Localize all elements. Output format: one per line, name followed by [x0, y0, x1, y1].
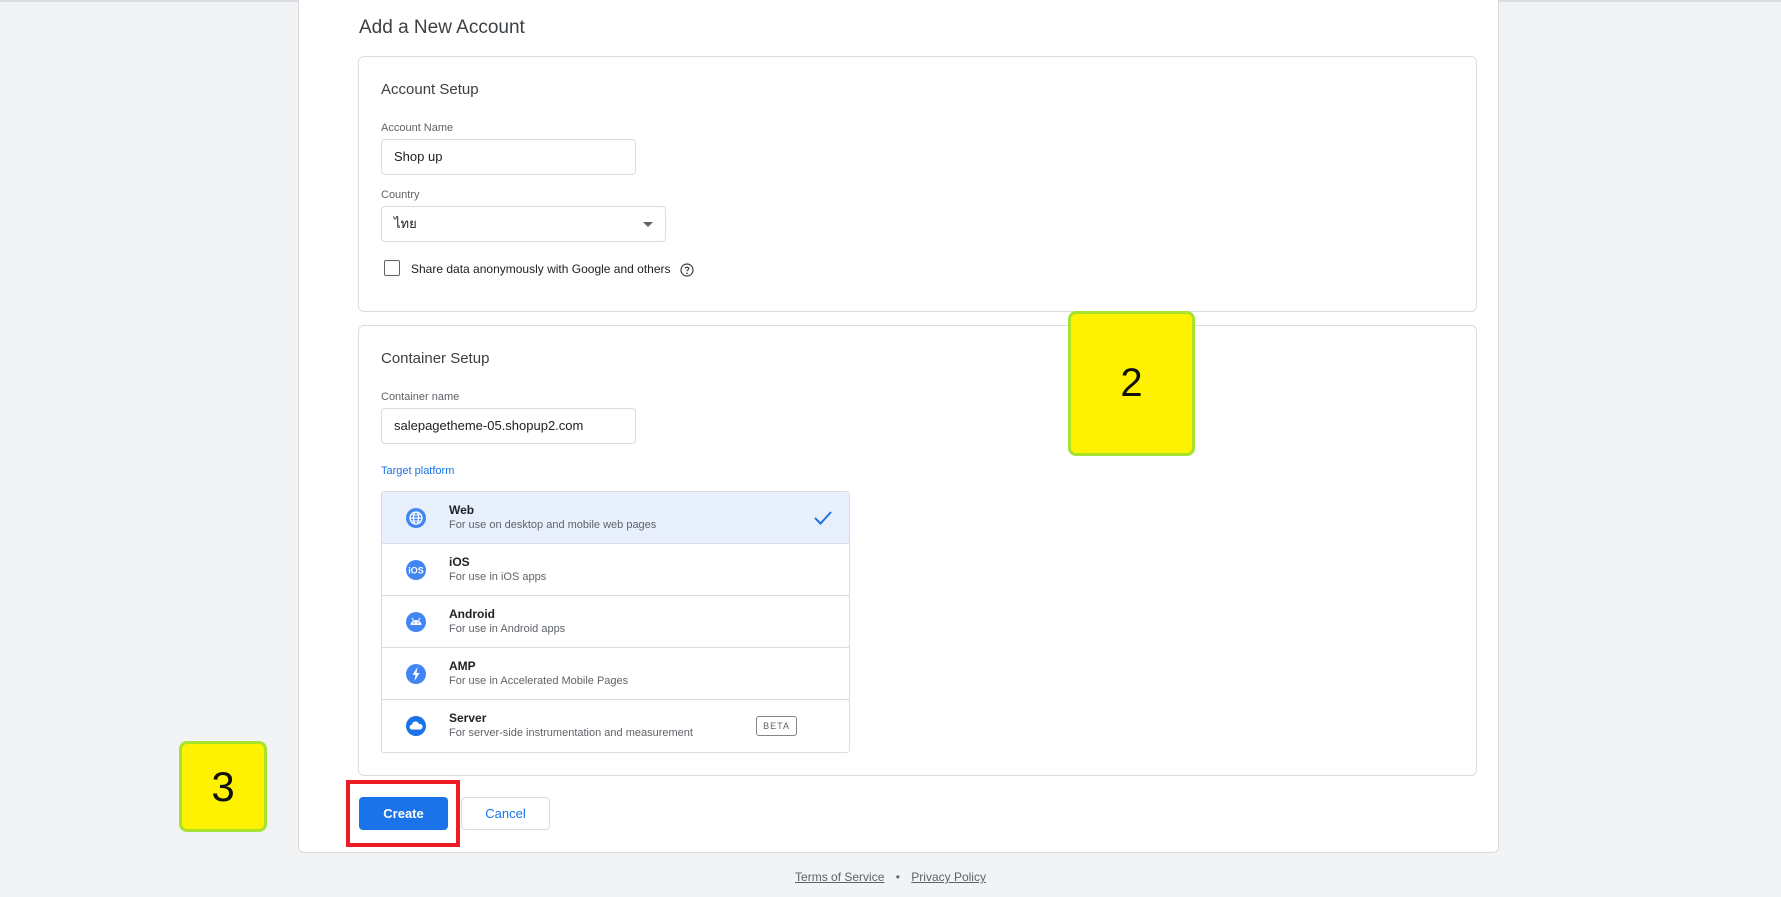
checkmark-icon	[814, 511, 832, 525]
android-icon	[406, 612, 426, 632]
platform-description: For use on desktop and mobile web pages	[449, 519, 657, 531]
platform-description: For use in iOS apps	[449, 571, 547, 583]
platform-name: Android	[449, 607, 495, 621]
platform-option-server[interactable]: Server For server-side instrumentation a…	[382, 700, 849, 752]
svg-text:iOS: iOS	[408, 566, 424, 576]
container-name-label: Container name	[381, 391, 460, 403]
step-3-badge: 3	[179, 741, 267, 832]
cancel-button[interactable]: Cancel	[461, 797, 550, 830]
platform-name: AMP	[449, 659, 476, 673]
ios-icon: iOS	[406, 560, 426, 580]
platform-option-web[interactable]: Web For use on desktop and mobile web pa…	[382, 492, 849, 544]
create-button-highlight	[346, 780, 460, 847]
country-select[interactable]: ไทย	[381, 206, 666, 242]
platform-name: Server	[449, 711, 487, 725]
platform-option-ios[interactable]: iOS iOS For use in iOS apps	[382, 544, 849, 596]
container-setup-title: Container Setup	[381, 350, 490, 367]
account-setup-section: Account Setup Account Name Shop up Count…	[358, 56, 1477, 312]
container-name-input[interactable]: salepagetheme-05.shopup2.com	[381, 408, 636, 444]
container-setup-section: Container Setup Container name salepaget…	[358, 325, 1477, 776]
platform-description: For server-side instrumentation and meas…	[449, 727, 693, 739]
share-data-label: Share data anonymously with Google and o…	[411, 262, 671, 276]
platform-list: Web For use on desktop and mobile web pa…	[381, 491, 850, 753]
amp-bolt-icon	[406, 664, 426, 684]
target-platform-label: Target platform	[381, 465, 455, 477]
platform-option-amp[interactable]: AMP For use in Accelerated Mobile Pages	[382, 648, 849, 700]
platform-option-android[interactable]: Android For use in Android apps	[382, 596, 849, 648]
privacy-policy-link[interactable]: Privacy Policy	[911, 870, 986, 884]
country-value: ไทย	[394, 216, 417, 231]
beta-badge: BETA	[756, 716, 797, 736]
country-label: Country	[381, 189, 420, 201]
platform-description: For use in Accelerated Mobile Pages	[449, 675, 629, 687]
account-name-label: Account Name	[381, 122, 454, 134]
account-setup-title: Account Setup	[381, 81, 479, 98]
cloud-icon	[406, 716, 426, 736]
step-2-badge: 2	[1068, 311, 1195, 456]
page-title: Add a New Account	[359, 17, 525, 38]
terms-of-service-link[interactable]: Terms of Service	[795, 870, 884, 884]
globe-icon	[406, 508, 426, 528]
platform-description: For use in Android apps	[449, 623, 566, 635]
dropdown-arrow-icon	[643, 222, 653, 227]
platform-name: iOS	[449, 555, 470, 569]
help-icon[interactable]	[680, 263, 694, 277]
footer: Terms of Service • Privacy Policy	[0, 870, 1781, 884]
footer-separator: •	[895, 870, 900, 884]
platform-name: Web	[449, 503, 475, 517]
account-name-input[interactable]: Shop up	[381, 139, 636, 175]
share-data-checkbox[interactable]	[384, 260, 400, 276]
